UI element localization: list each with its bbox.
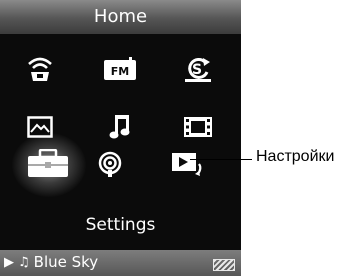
title-bar: Home — [0, 0, 241, 34]
device-screen: Home FM S Settings ▶ ♫ Blue Sky — [0, 0, 241, 276]
podcast-broadcast-icon — [98, 151, 122, 177]
svg-text:FM: FM — [111, 65, 129, 78]
play-state-icon: ▶ — [4, 254, 14, 270]
callout-leader-line — [190, 159, 252, 160]
screen-title: Home — [93, 6, 148, 27]
menu-item-playback[interactable] — [158, 141, 218, 187]
now-playing-title: Blue Sky — [33, 253, 99, 271]
svg-text:S: S — [192, 62, 202, 78]
playback-return-icon — [172, 153, 202, 176]
menu-item-podcast[interactable]: S — [168, 46, 228, 92]
status-bar: ▶ ♫ Blue Sky — [0, 250, 241, 276]
menu-item-fm-radio[interactable]: FM — [90, 46, 150, 92]
music-note-icon — [109, 115, 130, 139]
wireless-icon — [28, 57, 52, 81]
video-icon — [184, 117, 212, 137]
podcast-icon: S — [185, 57, 211, 82]
settings-toolbox-icon — [28, 149, 68, 177]
callout-label: Настройки — [256, 148, 335, 165]
fm-radio-icon: FM — [104, 57, 136, 80]
battery-icon — [213, 259, 235, 271]
menu-item-broadcast[interactable] — [80, 141, 140, 187]
selected-item-label: Settings — [85, 215, 156, 235]
menu-item-wireless[interactable] — [10, 46, 70, 92]
music-note-small-icon: ♫ — [18, 254, 30, 270]
now-playing[interactable]: ▶ ♫ Blue Sky — [4, 253, 98, 271]
menu-item-settings[interactable] — [18, 141, 78, 187]
